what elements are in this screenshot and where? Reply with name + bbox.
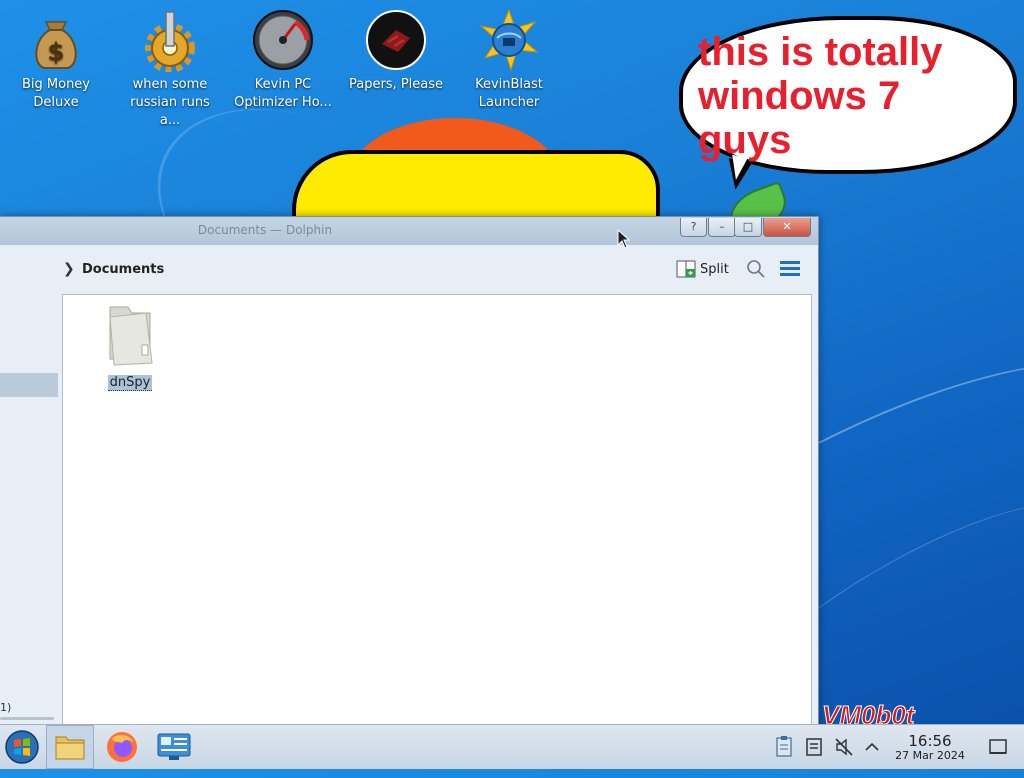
desktop-icon-label: Big Money Deluxe bbox=[21, 77, 90, 110]
close-button[interactable]: ✕ bbox=[763, 218, 811, 237]
speech-bubble-text: this is totally windows 7 guys bbox=[698, 30, 943, 162]
money-bag-icon: $ bbox=[24, 8, 88, 72]
desktop-icon-label: KevinBlast Launcher bbox=[475, 77, 543, 110]
gear-icon bbox=[138, 8, 202, 73]
desktop-icon-papers-please[interactable]: Papers, Please bbox=[344, 8, 448, 94]
maximize-button[interactable]: □ bbox=[734, 218, 762, 237]
chevron-right-icon[interactable]: ❯ bbox=[63, 261, 75, 277]
hamburger-menu-button[interactable] bbox=[778, 259, 802, 279]
search-icon bbox=[747, 260, 765, 278]
sidebar-item-selected[interactable] bbox=[0, 373, 58, 397]
desktop-icon-kevin-pc-optimizer[interactable]: Kevin PC Optimizer Ho... bbox=[231, 8, 335, 112]
papers-please-icon bbox=[364, 8, 428, 72]
hamburger-line bbox=[780, 261, 800, 264]
volume-muted-icon[interactable] bbox=[834, 735, 854, 759]
show-desktop-icon[interactable] bbox=[988, 735, 1008, 759]
start-button[interactable] bbox=[0, 725, 44, 769]
folder-icon bbox=[109, 306, 153, 366]
search-button[interactable] bbox=[744, 257, 768, 281]
help-button[interactable]: ? bbox=[680, 218, 707, 237]
desktop-icon-label: Kevin PC Optimizer Ho... bbox=[234, 77, 332, 110]
taskbar-system-settings[interactable] bbox=[150, 725, 198, 769]
speedometer-icon bbox=[251, 8, 315, 72]
desktop-icon-label: Papers, Please bbox=[348, 77, 444, 92]
taskbar: 16:56 27 Mar 2024 bbox=[0, 724, 1024, 769]
minimize-button[interactable]: – bbox=[708, 218, 736, 237]
system-settings-icon bbox=[157, 733, 191, 760]
mouse-cursor-icon bbox=[617, 229, 631, 249]
svg-text:$: $ bbox=[48, 38, 65, 66]
desktop-icon-kevinblast-launcher[interactable]: KevinBlast Launcher bbox=[457, 8, 561, 112]
status-text: 1) bbox=[0, 701, 12, 714]
clipboard-icon[interactable] bbox=[774, 735, 794, 759]
chevron-up-icon[interactable] bbox=[862, 735, 882, 759]
hamburger-line bbox=[780, 273, 800, 276]
taskbar-file-manager[interactable] bbox=[46, 725, 94, 769]
taskbar-firefox[interactable] bbox=[98, 725, 146, 769]
split-label: Split bbox=[700, 261, 729, 277]
globe-star-icon bbox=[477, 8, 541, 72]
window-toolbar: ❯ Documents Split bbox=[0, 245, 818, 293]
split-button[interactable]: Split bbox=[676, 257, 729, 281]
storage-icon[interactable] bbox=[805, 735, 823, 759]
folder-label: dnSpy bbox=[107, 375, 153, 391]
split-view-icon bbox=[676, 260, 696, 278]
file-view[interactable]: dnSpy bbox=[62, 294, 812, 726]
file-manager-window[interactable]: Documents — Dolphin ? – □ ✕ ❯ Documents … bbox=[0, 216, 819, 726]
file-manager-icon bbox=[55, 736, 85, 760]
firefox-icon bbox=[107, 732, 137, 762]
folder-item[interactable]: dnSpy bbox=[95, 303, 165, 391]
window-title: Documents — Dolphin bbox=[197, 223, 333, 237]
places-sidebar: 1) bbox=[0, 293, 62, 723]
start-orb-icon bbox=[5, 730, 39, 764]
desktop-icon-russian[interactable]: when some russian runs a... bbox=[118, 8, 222, 130]
window-titlebar[interactable]: Documents — Dolphin ? – □ ✕ bbox=[0, 217, 818, 245]
desktop-icon-label: when some russian runs a... bbox=[130, 77, 210, 128]
clock-time[interactable]: 16:56 bbox=[900, 732, 960, 750]
horizontal-scrollbar[interactable] bbox=[0, 717, 54, 720]
hamburger-line bbox=[780, 267, 800, 270]
breadcrumb[interactable]: Documents bbox=[82, 262, 164, 277]
desktop-icon-big-money-deluxe[interactable]: $ Big Money Deluxe bbox=[4, 8, 108, 112]
clock-date[interactable]: 27 Mar 2024 bbox=[888, 749, 972, 762]
